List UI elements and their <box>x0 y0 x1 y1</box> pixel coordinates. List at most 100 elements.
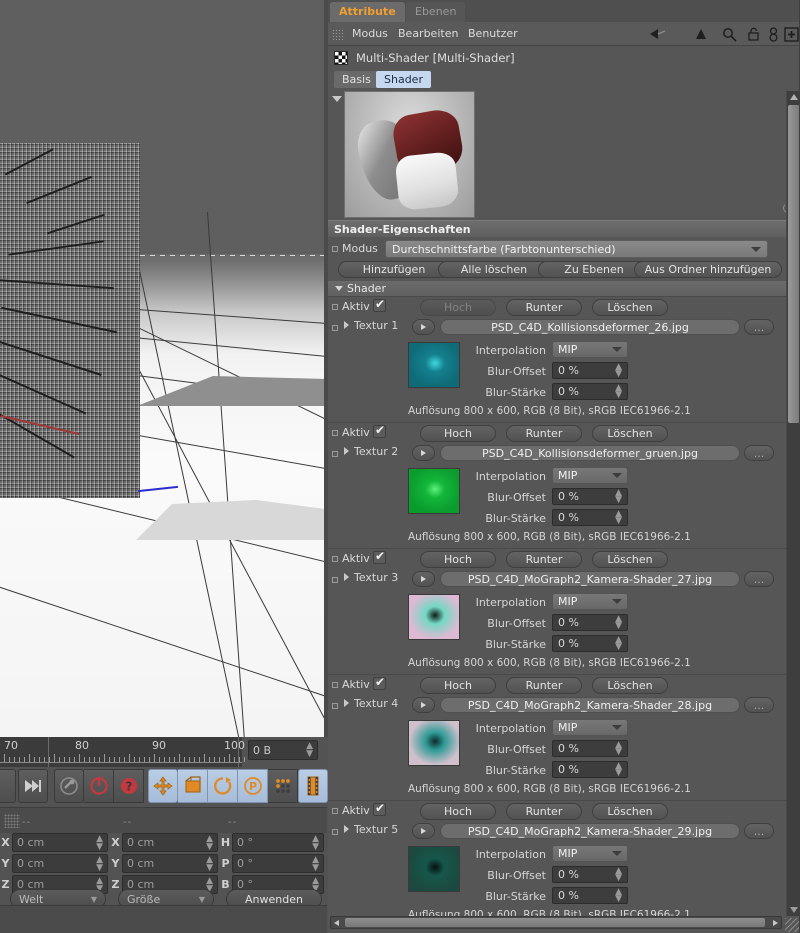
texture-menu-button[interactable] <box>412 571 435 587</box>
textur-animation-dot[interactable] <box>332 325 338 331</box>
aus-ordner-hinzufuegen-button[interactable]: Aus Ordner hinzufügen <box>634 261 782 278</box>
viewport-toolbar[interactable]: ? P <box>0 769 327 805</box>
tab-basis[interactable]: Basis <box>334 71 379 88</box>
resize-grip-icon[interactable] <box>785 918 799 932</box>
plus-box-icon[interactable] <box>782 25 800 43</box>
blur-offset-field[interactable]: 0 % ▲▼ <box>552 488 628 505</box>
interpolation-select[interactable]: MIP <box>552 467 628 484</box>
blur-staerke-field[interactable]: 0 % ▲▼ <box>552 509 628 526</box>
aktiv-checkbox[interactable] <box>373 677 386 690</box>
panel-tabs[interactable]: Attribute Ebenen <box>328 0 800 22</box>
hinzufuegen-button[interactable]: Hinzufügen <box>338 261 450 278</box>
stepper-icon[interactable]: ▲▼ <box>615 364 622 378</box>
modus-select[interactable]: Durchschnittsfarbe (Farbtonunterschied) <box>385 240 768 258</box>
vertical-scrollbar[interactable] <box>786 91 800 916</box>
stepper-icon[interactable]: ▲▼ <box>206 835 213 851</box>
viewport-3d[interactable] <box>0 0 327 737</box>
object-sub-tabs[interactable]: Basis Shader <box>328 69 800 91</box>
drag-grip-icon[interactable] <box>332 29 345 40</box>
unlock-icon[interactable] <box>744 25 762 43</box>
blur-staerke-field[interactable]: 0 % ▲▼ <box>552 761 628 778</box>
tab-shader[interactable]: Shader <box>376 71 431 88</box>
runter-button[interactable]: Runter <box>506 677 582 694</box>
runter-button[interactable]: Runter <box>506 803 582 820</box>
expand-triangle-icon[interactable] <box>344 447 349 455</box>
horizontal-scrollbar[interactable] <box>330 916 782 929</box>
record-icon[interactable] <box>54 769 84 803</box>
loeschen-button[interactable]: Löschen <box>592 551 668 568</box>
blur-offset-field[interactable]: 0 % ▲▼ <box>552 614 628 631</box>
expand-triangle-icon[interactable] <box>344 825 349 833</box>
stepper-icon[interactable]: ▲▼ <box>615 511 622 525</box>
aktiv-animation-dot[interactable] <box>332 808 338 814</box>
drag-grip-icon[interactable] <box>4 814 20 828</box>
interpolation-select[interactable]: MIP <box>552 341 628 358</box>
size-x-field[interactable]: 0 cm ▲▼ <box>122 833 218 852</box>
help-icon[interactable]: ? <box>114 769 144 803</box>
texture-path-field[interactable]: PSD_C4D_MoGraph2_Kamera-Shader_27.jpg <box>440 571 740 587</box>
aktiv-checkbox[interactable] <box>373 299 386 312</box>
stepper-icon[interactable]: ▲▼ <box>96 835 103 851</box>
interpolation-select[interactable]: MIP <box>552 719 628 736</box>
blur-offset-field[interactable]: 0 % ▲▼ <box>552 866 628 883</box>
aktiv-animation-dot[interactable] <box>332 682 338 688</box>
aktiv-checkbox[interactable] <box>373 425 386 438</box>
stepper-icon[interactable]: ▲▼ <box>206 856 213 872</box>
textur-animation-dot[interactable] <box>332 703 338 709</box>
texture-menu-button[interactable] <box>412 319 435 335</box>
parametric-icon[interactable]: P <box>238 769 268 803</box>
shader-section-header[interactable]: Shader <box>328 281 800 296</box>
stepper-icon[interactable]: ▲▼ <box>615 616 622 630</box>
blur-offset-field[interactable]: 0 % ▲▼ <box>552 740 628 757</box>
tab-attribute[interactable]: Attribute <box>330 2 405 22</box>
texture-thumbnail[interactable] <box>408 342 460 388</box>
texture-browse-button[interactable]: ... <box>744 571 774 587</box>
blur-staerke-field[interactable]: 0 % ▲▼ <box>552 887 628 904</box>
collapse-triangle-icon[interactable] <box>332 96 342 102</box>
texture-browse-button[interactable]: ... <box>744 697 774 713</box>
texture-menu-button[interactable] <box>412 823 435 839</box>
texture-path-field[interactable]: PSD_C4D_Kollisionsdeformer_gruen.jpg <box>440 445 740 461</box>
stepper-icon[interactable]: ▲▼ <box>615 385 622 399</box>
loeschen-button[interactable]: Löschen <box>592 803 668 820</box>
stepper-icon[interactable]: ▲▼ <box>312 835 319 851</box>
aktiv-animation-dot[interactable] <box>332 430 338 436</box>
hoch-button[interactable]: Hoch <box>420 551 496 568</box>
loop-icon[interactable] <box>84 769 114 803</box>
rotation-p-field[interactable]: 0 ° ▲▼ <box>232 854 324 873</box>
texture-path-field[interactable]: PSD_C4D_MoGraph2_Kamera-Shader_29.jpg <box>440 823 740 839</box>
runter-button[interactable]: Runter <box>506 425 582 442</box>
texture-menu-button[interactable] <box>412 445 435 461</box>
texture-browse-button[interactable]: ... <box>744 823 774 839</box>
scale-tool-icon[interactable] <box>178 769 208 803</box>
scroll-up-arrow-icon[interactable] <box>790 94 798 100</box>
textur-animation-dot[interactable] <box>332 451 338 457</box>
interpolation-select[interactable]: MIP <box>552 845 628 862</box>
size-y-field[interactable]: 0 cm ▲▼ <box>122 854 218 873</box>
blur-offset-field[interactable]: 0 % ▲▼ <box>552 362 628 379</box>
stepper-icon[interactable]: ▲▼ <box>312 856 319 872</box>
texture-thumbnail[interactable] <box>408 846 460 892</box>
scroll-down-arrow-icon[interactable] <box>790 907 798 913</box>
hoch-button[interactable]: Hoch <box>420 803 496 820</box>
move-tool-icon[interactable] <box>148 769 178 803</box>
stepper-icon[interactable]: ▲▼ <box>615 742 622 756</box>
dots-grid-icon[interactable] <box>268 769 298 803</box>
texture-browse-button[interactable]: ... <box>744 319 774 335</box>
menu-modus[interactable]: Modus <box>352 26 388 42</box>
expand-triangle-icon[interactable] <box>344 699 349 707</box>
stepper-icon[interactable]: ▲▼ <box>615 637 622 651</box>
texture-path-field[interactable]: PSD_C4D_Kollisionsdeformer_26.jpg <box>440 319 740 335</box>
frame-size-field[interactable]: 0 B ▲▼ <box>248 740 318 760</box>
up-arrow-icon[interactable] <box>692 25 710 43</box>
aktiv-checkbox[interactable] <box>373 551 386 564</box>
hoch-button[interactable]: Hoch <box>420 299 496 316</box>
stepper-icon[interactable]: ▲▼ <box>615 763 622 777</box>
tab-ebenen[interactable]: Ebenen <box>406 2 465 22</box>
stepper-icon[interactable]: ▲▼ <box>615 490 622 504</box>
aktiv-checkbox[interactable] <box>373 803 386 816</box>
position-x-field[interactable]: 0 cm ▲▼ <box>12 833 108 852</box>
texture-menu-button[interactable] <box>412 697 435 713</box>
expand-triangle-icon[interactable] <box>344 321 349 329</box>
blur-staerke-field[interactable]: 0 % ▲▼ <box>552 635 628 652</box>
